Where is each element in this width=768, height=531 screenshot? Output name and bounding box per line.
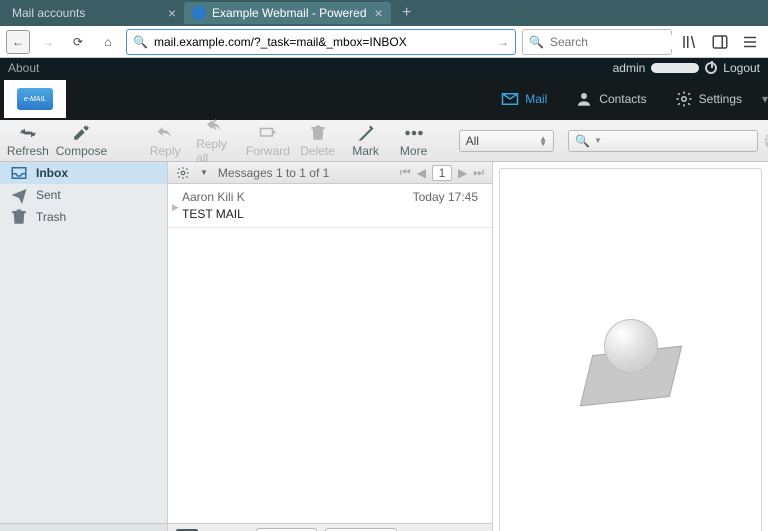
forward-button: Forward — [249, 124, 286, 158]
url-bar[interactable]: 🔍 → — [126, 29, 516, 55]
library-icon[interactable] — [678, 30, 702, 54]
go-icon[interactable]: → — [497, 35, 509, 49]
browser-tab-active[interactable]: Example Webmail - Powered × — [184, 2, 391, 24]
refresh-button[interactable]: Refresh — [10, 124, 46, 158]
app-header: e-MAIL Mail Contacts Settings ▾ — [0, 78, 768, 120]
chevron-down-icon[interactable]: ▼ — [594, 136, 602, 145]
page-number[interactable]: 1 — [432, 165, 452, 181]
search-icon: 🔍 — [529, 35, 544, 49]
app-menubar: About admin Logout — [0, 58, 768, 78]
select-dropdown[interactable]: Select ▲▼ — [256, 528, 317, 531]
menu-icon[interactable] — [738, 30, 762, 54]
folder-sent[interactable]: Sent — [0, 184, 167, 206]
reply-all-button: Reply all — [196, 117, 235, 165]
tab-title: Example Webmail - Powered — [212, 6, 367, 20]
nav-label: Contacts — [599, 92, 646, 106]
svg-text:+: + — [85, 124, 90, 133]
folder-sidebar: Inbox Sent Trash ▼ — [0, 162, 168, 531]
sidebar-icon[interactable] — [708, 30, 732, 54]
close-icon[interactable]: × — [375, 5, 383, 21]
about-link[interactable]: About — [8, 61, 39, 75]
mark-button[interactable]: Mark — [349, 124, 383, 158]
next-page-icon: ▶ — [458, 166, 467, 180]
folder-trash[interactable]: Trash — [0, 206, 167, 228]
username-label: admin — [613, 61, 646, 75]
preview-pane — [499, 168, 762, 531]
filter-dropdown[interactable]: All ▲▼ — [459, 130, 554, 152]
favicon-icon — [192, 6, 206, 20]
home-button[interactable]: ⌂ — [96, 30, 120, 54]
mail-toolbar: Refresh + Compose Reply Reply all Forwar… — [0, 120, 768, 162]
power-icon — [705, 62, 717, 74]
new-tab-button[interactable]: + — [395, 1, 419, 25]
message-list-header: ▼ Messages 1 to 1 of 1 ⏮ ◀ 1 ▶ ⏭ — [168, 162, 492, 184]
sidebar-footer: ▼ — [0, 523, 167, 531]
close-icon[interactable]: × — [168, 5, 176, 21]
message-count-label: Messages 1 to 1 of 1 — [218, 166, 329, 180]
pager: ⏮ ◀ 1 ▶ ⏭ — [400, 165, 484, 181]
reload-button[interactable]: ⟳ — [66, 30, 90, 54]
browser-toolbar: ← → ⟳ ⌂ 🔍 → 🔍 — [0, 26, 768, 58]
mail-search-input[interactable] — [606, 134, 761, 148]
nav-label: Settings — [699, 92, 742, 106]
nav-label: Mail — [525, 92, 547, 106]
message-list-footer: Select ▲▼ Threads ▲▼ — [168, 523, 492, 531]
chevron-updown-icon: ▲▼ — [539, 136, 547, 146]
threads-dropdown[interactable]: Threads ▲▼ — [325, 528, 397, 531]
more-button[interactable]: More — [397, 124, 431, 158]
message-from: Aaron Kili K — [182, 190, 245, 204]
chevron-down-icon[interactable]: ▾ — [756, 92, 768, 106]
compose-button[interactable]: + Compose — [60, 124, 104, 158]
message-row[interactable]: ▶ Aaron Kili K Today 17:45 TEST MAIL — [168, 184, 492, 228]
tab-title: Mail accounts — [12, 6, 160, 20]
url-input[interactable] — [154, 35, 491, 49]
forward-button[interactable]: → — [36, 30, 60, 54]
browser-tab-strip: Mail accounts × Example Webmail - Powere… — [0, 0, 768, 26]
search-icon: 🔍 — [575, 134, 590, 148]
browser-search[interactable]: 🔍 — [522, 29, 672, 55]
folder-inbox[interactable]: Inbox — [0, 162, 167, 184]
logout-link[interactable]: Logout — [723, 61, 760, 75]
reply-button: Reply — [148, 124, 182, 158]
chevron-down-icon[interactable]: ▼ — [200, 168, 208, 177]
mail-body: Inbox Sent Trash ▼ ▼ Messages 1 to 1 of … — [0, 162, 768, 531]
empty-preview-icon — [576, 311, 686, 411]
logo[interactable]: e-MAIL — [4, 80, 66, 118]
message-time: Today 17:45 — [413, 190, 478, 204]
expand-icon[interactable]: ▶ — [172, 202, 179, 213]
first-page-icon: ⏮ — [400, 165, 411, 180]
browser-tab[interactable]: Mail accounts × — [4, 2, 184, 24]
nav-settings[interactable]: Settings — [661, 78, 756, 120]
prev-page-icon: ◀ — [417, 166, 426, 180]
last-page-icon: ⏭ — [473, 165, 484, 180]
gear-icon[interactable] — [176, 166, 190, 180]
search-icon: 🔍 — [133, 35, 148, 49]
message-subject: TEST MAIL — [182, 207, 478, 221]
message-list-pane: ▼ Messages 1 to 1 of 1 ⏮ ◀ 1 ▶ ⏭ ▶ Aaron… — [168, 162, 493, 531]
delete-button: Delete — [301, 124, 335, 158]
username-blur — [651, 63, 699, 73]
nav-mail[interactable]: Mail — [487, 78, 561, 120]
back-button[interactable]: ← — [6, 30, 30, 54]
mail-search[interactable]: 🔍 ▼ ✕ — [568, 130, 758, 152]
nav-contacts[interactable]: Contacts — [561, 78, 660, 120]
